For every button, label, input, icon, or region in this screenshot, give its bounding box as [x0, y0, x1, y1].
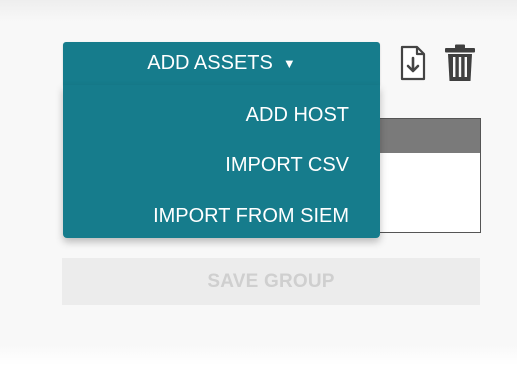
panel-top-shade [0, 0, 517, 22]
menu-item-import-from-siem[interactable]: IMPORT FROM SIEM [153, 204, 349, 228]
add-assets-button[interactable]: ADD ASSETS ▼ [63, 42, 380, 85]
save-group-button[interactable]: SAVE GROUP [62, 258, 480, 305]
download-file-icon-graphic [400, 45, 426, 81]
menu-item-add-host[interactable]: ADD HOST [246, 103, 349, 127]
menu-item-import-csv[interactable]: IMPORT CSV [225, 153, 349, 177]
download-file-icon[interactable] [400, 45, 426, 81]
trash-icon-graphic [445, 44, 475, 81]
trash-icon[interactable] [444, 43, 476, 83]
panel-bottom-shade [0, 345, 517, 365]
assets-panel: SAVE GROUP ADD ASSETS ▼ ADD HOST IMPORT … [0, 0, 517, 365]
add-assets-label: ADD ASSETS [147, 52, 273, 74]
add-assets-menu: ADD HOST IMPORT CSV IMPORT FROM SIEM [63, 85, 380, 238]
caret-down-icon: ▼ [282, 56, 296, 71]
save-group-label: SAVE GROUP [207, 270, 335, 292]
